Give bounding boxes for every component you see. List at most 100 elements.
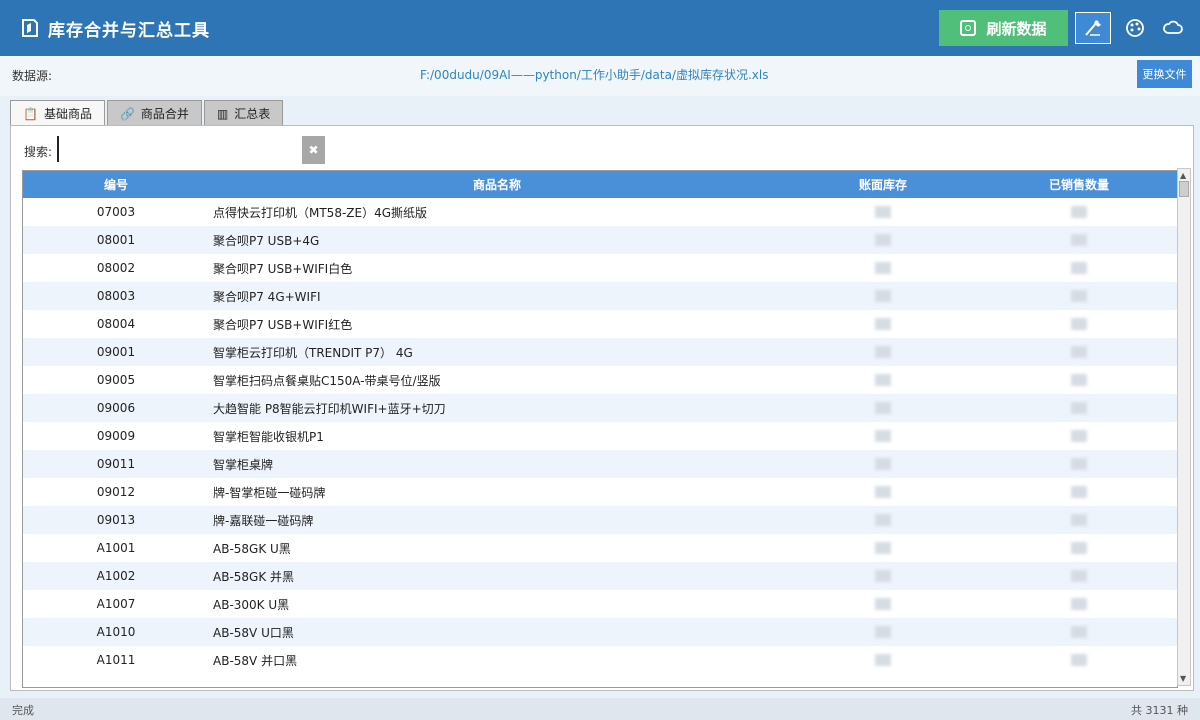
cell-sold-redacted [981,254,1177,282]
change-file-button[interactable]: 更换文件 [1137,60,1192,88]
refresh-data-button[interactable]: 刷新数据 [939,10,1068,46]
cell-id: 08002 [96,261,136,275]
cell-name: 聚合呗P7 USB+WIFI白色 [209,254,785,282]
cell-name-text: 聚合呗P7 USB+WIFI白色 [213,261,353,276]
cell-name: 牌-智掌柜碰一碰码牌 [209,478,785,506]
cell-id: 08001 [96,233,136,247]
tab-basic-goods[interactable]: 📋 基础商品 [10,100,105,126]
cell-id: 07003 [96,205,136,219]
table-row[interactable]: A1002 AB-58GK 并黑 [23,562,1177,590]
cell-id: 09012 [96,485,136,499]
column-header-sold[interactable]: 已销售数量 [981,171,1177,198]
cell-sold-redacted [981,646,1177,674]
cell-sold-redacted [981,534,1177,562]
cell-stock-redacted [785,310,981,338]
palette-icon [1126,19,1144,37]
cell-name-text: AB-58GK U黑 [213,541,291,556]
status-bar: 完成 共 3131 种 [0,698,1200,720]
table-row[interactable]: 09011 智掌柜桌牌 [23,450,1177,478]
cell-sold-redacted [981,338,1177,366]
cell-id: 08003 [96,289,136,303]
table-row[interactable]: A1001 AB-58GK U黑 [23,534,1177,562]
cell-name-text: 大趋智能 P8智能云打印机WIFI+蓝牙+切刀 [213,401,446,416]
cell-id: A1010 [96,625,136,639]
cell-id: 09011 [96,457,136,471]
cell-name: AB-58GK U黑 [209,534,785,562]
wand-button[interactable] [1075,12,1111,44]
cloud-button[interactable] [1155,12,1191,44]
cell-sold-redacted [981,282,1177,310]
cell-sold-redacted [981,478,1177,506]
cell-stock-redacted [785,646,981,674]
goods-table: 编号 商品名称 账面库存 已销售数量 07003 点得快云打印机（MT58-ZE）… [22,170,1178,688]
cell-stock-redacted [785,198,981,226]
table-row[interactable]: 09009 智掌柜智能收银机P1 [23,422,1177,450]
cell-name-text: AB-300K U黑 [213,597,290,612]
column-header-name[interactable]: 商品名称 [209,171,785,198]
cell-stock-redacted [785,478,981,506]
cell-sold-redacted [981,450,1177,478]
table-row[interactable]: A1007 AB-300K U黑 [23,590,1177,618]
table-row[interactable]: 09001 智掌柜云打印机（TRENDIT P7） 4G [23,338,1177,366]
cell-sold-redacted [981,422,1177,450]
cell-name: 大趋智能 P8智能云打印机WIFI+蓝牙+切刀 [209,394,785,422]
refresh-icon [960,20,977,36]
tab-summary[interactable]: ▥ 汇总表 [203,100,284,126]
cell-name: 牌-嘉联碰一碰码牌 [209,506,785,534]
cell-name: 智掌柜云打印机（TRENDIT P7） 4G [209,338,785,366]
cell-stock-redacted [785,422,981,450]
cell-name: AB-58V 并口黑 [209,646,785,674]
cell-name: 智掌柜扫码点餐桌贴C150A-带桌号位/竖版 [209,366,785,394]
cell-name-text: AB-58V 并口黑 [213,653,298,668]
table-row[interactable]: A1011 AB-58V 并口黑 [23,646,1177,674]
app-logo-icon [22,19,38,37]
tab-goods-merge[interactable]: 🔗 商品合并 [106,100,202,126]
cell-stock-redacted [785,282,981,310]
clipboard-icon: 📋 [23,106,38,121]
table-header: 编号 商品名称 账面库存 已销售数量 [23,171,1177,198]
cell-name-text: 牌-嘉联碰一碰码牌 [213,513,314,528]
chart-icon: ▥ [216,106,229,121]
cell-id: A1001 [96,541,136,555]
cell-stock-redacted [785,506,981,534]
cell-sold-redacted [981,506,1177,534]
cell-sold-redacted [981,226,1177,254]
cell-id: A1007 [96,597,136,611]
vertical-scrollbar[interactable]: ▲ ▼ [1177,168,1191,686]
scroll-up-icon[interactable]: ▲ [1180,171,1186,180]
table-row[interactable]: 07003 点得快云打印机（MT58-ZE）4G撕纸版 [23,198,1177,226]
theme-palette-button[interactable] [1117,12,1153,44]
cell-name-text: 智掌柜智能收银机P1 [213,429,324,444]
search-label: 搜索: [24,145,53,159]
scroll-down-icon[interactable]: ▼ [1180,674,1186,683]
cell-name: AB-58GK 并黑 [209,562,785,590]
source-bar: 数据源: F:/00dudu/09AI——python/工作小助手/data/虚… [0,56,1200,96]
cell-name: 聚合呗P7 4G+WIFI [209,282,785,310]
search-clear-button[interactable]: ✖ [302,136,325,164]
cell-sold-redacted [981,310,1177,338]
table-row[interactable]: 09006 大趋智能 P8智能云打印机WIFI+蓝牙+切刀 [23,394,1177,422]
table-row[interactable]: 08002 聚合呗P7 USB+WIFI白色 [23,254,1177,282]
cell-id: 09001 [96,345,136,359]
table-body: 07003 点得快云打印机（MT58-ZE）4G撕纸版 08001 聚合呗P7 USB… [23,198,1177,674]
cell-id: 09005 [96,373,136,387]
cell-name-text: AB-58GK 并黑 [213,569,295,584]
table-row[interactable]: 09012 牌-智掌柜碰一碰码牌 [23,478,1177,506]
cell-name-text: 智掌柜扫码点餐桌贴C150A-带桌号位/竖版 [213,373,441,388]
cell-name-text: 聚合呗P7 4G+WIFI [213,289,321,304]
table-row[interactable]: 08001 聚合呗P7 USB+4G [23,226,1177,254]
cell-stock-redacted [785,366,981,394]
table-row[interactable]: 08004 聚合呗P7 USB+WIFI红色 [23,310,1177,338]
table-row[interactable]: 09013 牌-嘉联碰一碰码牌 [23,506,1177,534]
cell-stock-redacted [785,450,981,478]
cell-name-text: 牌-智掌柜碰一碰码牌 [213,485,326,500]
table-row[interactable]: 09005 智掌柜扫码点餐桌贴C150A-带桌号位/竖版 [23,366,1177,394]
column-header-stock[interactable]: 账面库存 [785,171,981,198]
table-row[interactable]: 08003 聚合呗P7 4G+WIFI [23,282,1177,310]
table-row[interactable]: A1010 AB-58V U口黑 [23,618,1177,646]
column-header-id[interactable]: 编号 [23,171,209,198]
search-input[interactable] [57,136,302,162]
cell-id: 09013 [96,513,136,527]
scroll-thumb[interactable] [1179,181,1189,197]
cell-stock-redacted [785,562,981,590]
